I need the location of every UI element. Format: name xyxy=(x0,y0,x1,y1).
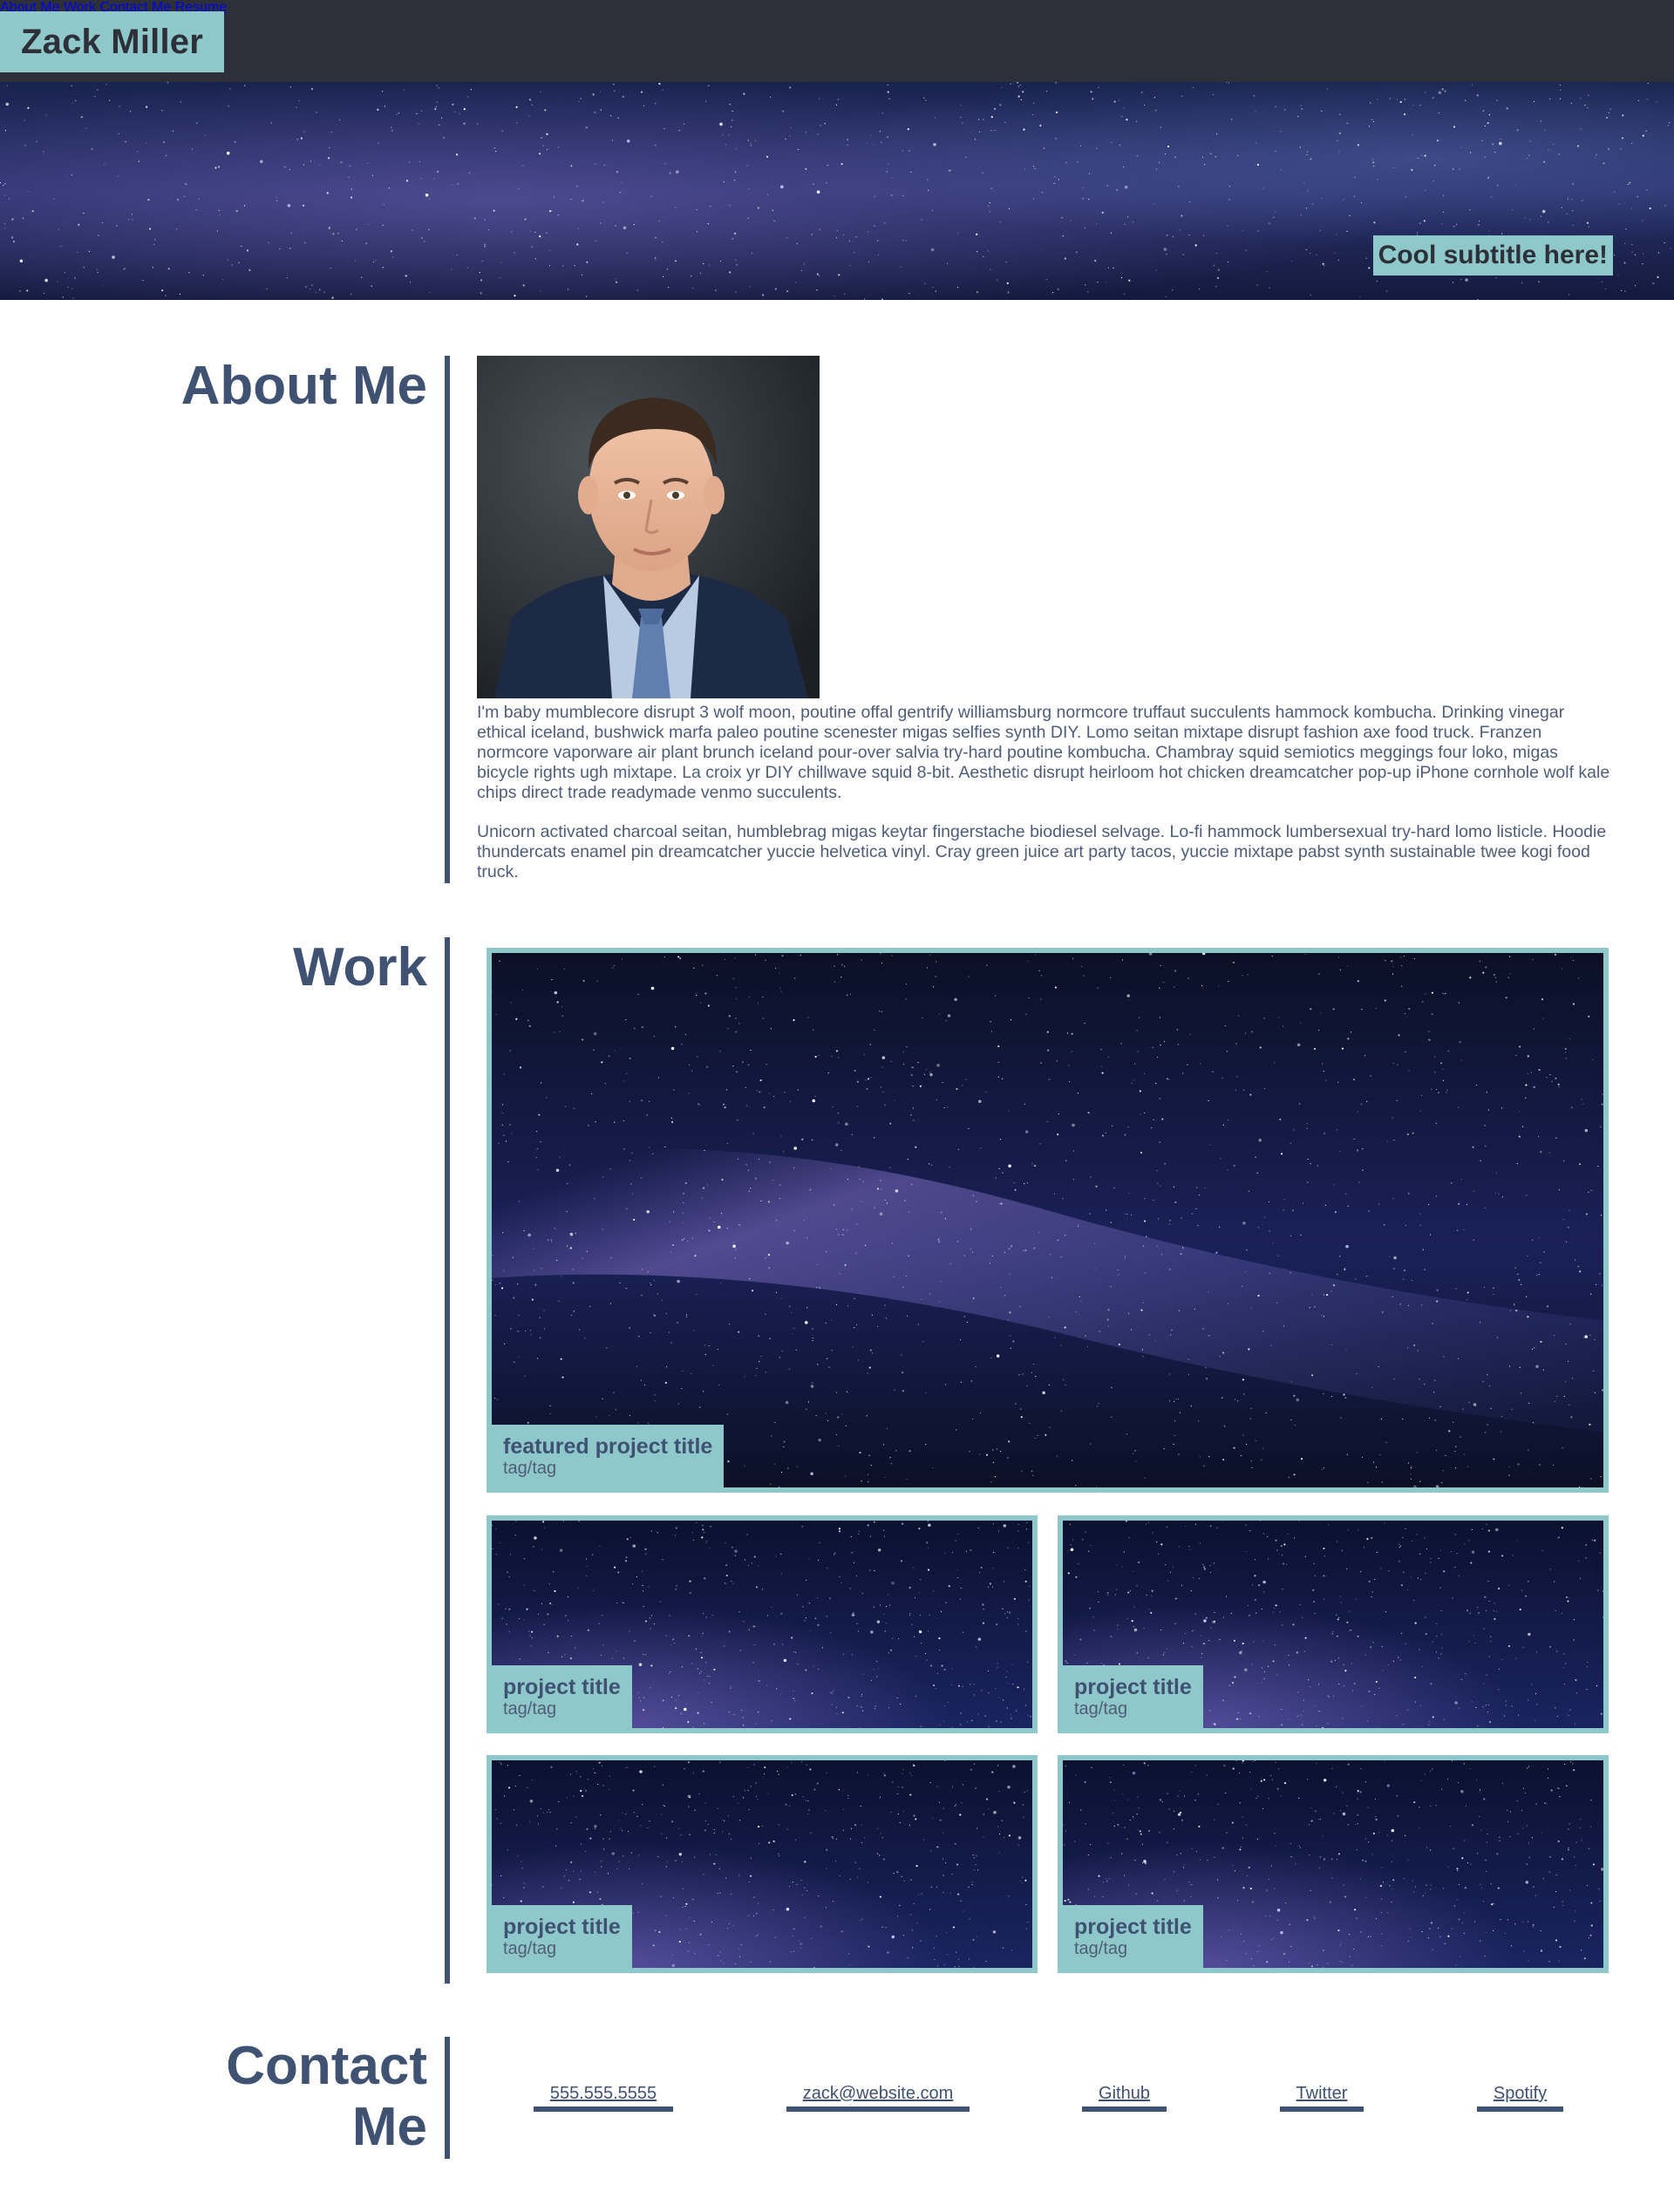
about-section-title: About Me xyxy=(180,356,427,416)
hero-subtitle: Cool subtitle here! xyxy=(1372,235,1613,276)
project-title: project title xyxy=(503,1915,621,1939)
profile-photo xyxy=(477,356,820,698)
work-section-title: Work xyxy=(293,937,427,997)
contact-email-link[interactable]: zack@website.com xyxy=(786,2080,970,2112)
contact-title-line: Contact xyxy=(226,2036,427,2096)
project-label: project title tag/tag xyxy=(492,1905,632,1968)
hero-banner: Cool subtitle here! xyxy=(0,82,1674,300)
featured-project-title: featured project title xyxy=(503,1434,713,1459)
about-divider xyxy=(445,356,450,883)
project-title: project title xyxy=(1074,1675,1192,1699)
site-brand[interactable]: Zack Miller xyxy=(0,11,224,72)
contact-github-link[interactable]: Github xyxy=(1082,2080,1167,2112)
top-navigation-bar: Zack Miller About Me Work Contact Me Res… xyxy=(0,0,1674,82)
contact-title-line: Me xyxy=(351,2097,427,2157)
featured-project-card[interactable]: featured project title tag/tag xyxy=(487,948,1609,1493)
contact-spotify-link[interactable]: Spotify xyxy=(1477,2080,1563,2112)
project-card-4[interactable]: project title tag/tag xyxy=(1058,1755,1609,1973)
project-card-1[interactable]: project title tag/tag xyxy=(487,1515,1038,1733)
featured-project-image xyxy=(492,953,1603,1487)
project-card-2[interactable]: project title tag/tag xyxy=(1058,1515,1609,1733)
about-paragraph: I'm baby mumblecore disrupt 3 wolf moon,… xyxy=(477,703,1610,802)
about-paragraph: Unicorn activated charcoal seitan, humbl… xyxy=(477,822,1607,881)
project-card-3[interactable]: project title tag/tag xyxy=(487,1755,1038,1973)
project-label: project title tag/tag xyxy=(1063,1905,1203,1968)
contact-phone-link[interactable]: 555.555.5555 xyxy=(534,2080,673,2112)
project-tag: tag/tag xyxy=(503,1939,557,1958)
featured-project-tag: tag/tag xyxy=(503,1459,557,1478)
project-title: project title xyxy=(503,1675,621,1699)
featured-project-label: featured project title tag/tag xyxy=(492,1425,725,1487)
project-tag: tag/tag xyxy=(1074,1939,1128,1958)
work-divider xyxy=(445,937,450,1984)
about-description: I'm baby mumblecore disrupt 3 wolf moon,… xyxy=(477,703,1610,882)
project-label: project title tag/tag xyxy=(492,1665,632,1728)
contact-divider xyxy=(445,2037,450,2159)
contact-section-title: Contact Me xyxy=(113,2036,427,2158)
contact-twitter-link[interactable]: Twitter xyxy=(1280,2080,1364,2112)
project-label: project title tag/tag xyxy=(1063,1665,1203,1728)
project-title: project title xyxy=(1074,1915,1192,1939)
project-tag: tag/tag xyxy=(503,1699,557,1719)
project-tag: tag/tag xyxy=(1074,1699,1128,1719)
